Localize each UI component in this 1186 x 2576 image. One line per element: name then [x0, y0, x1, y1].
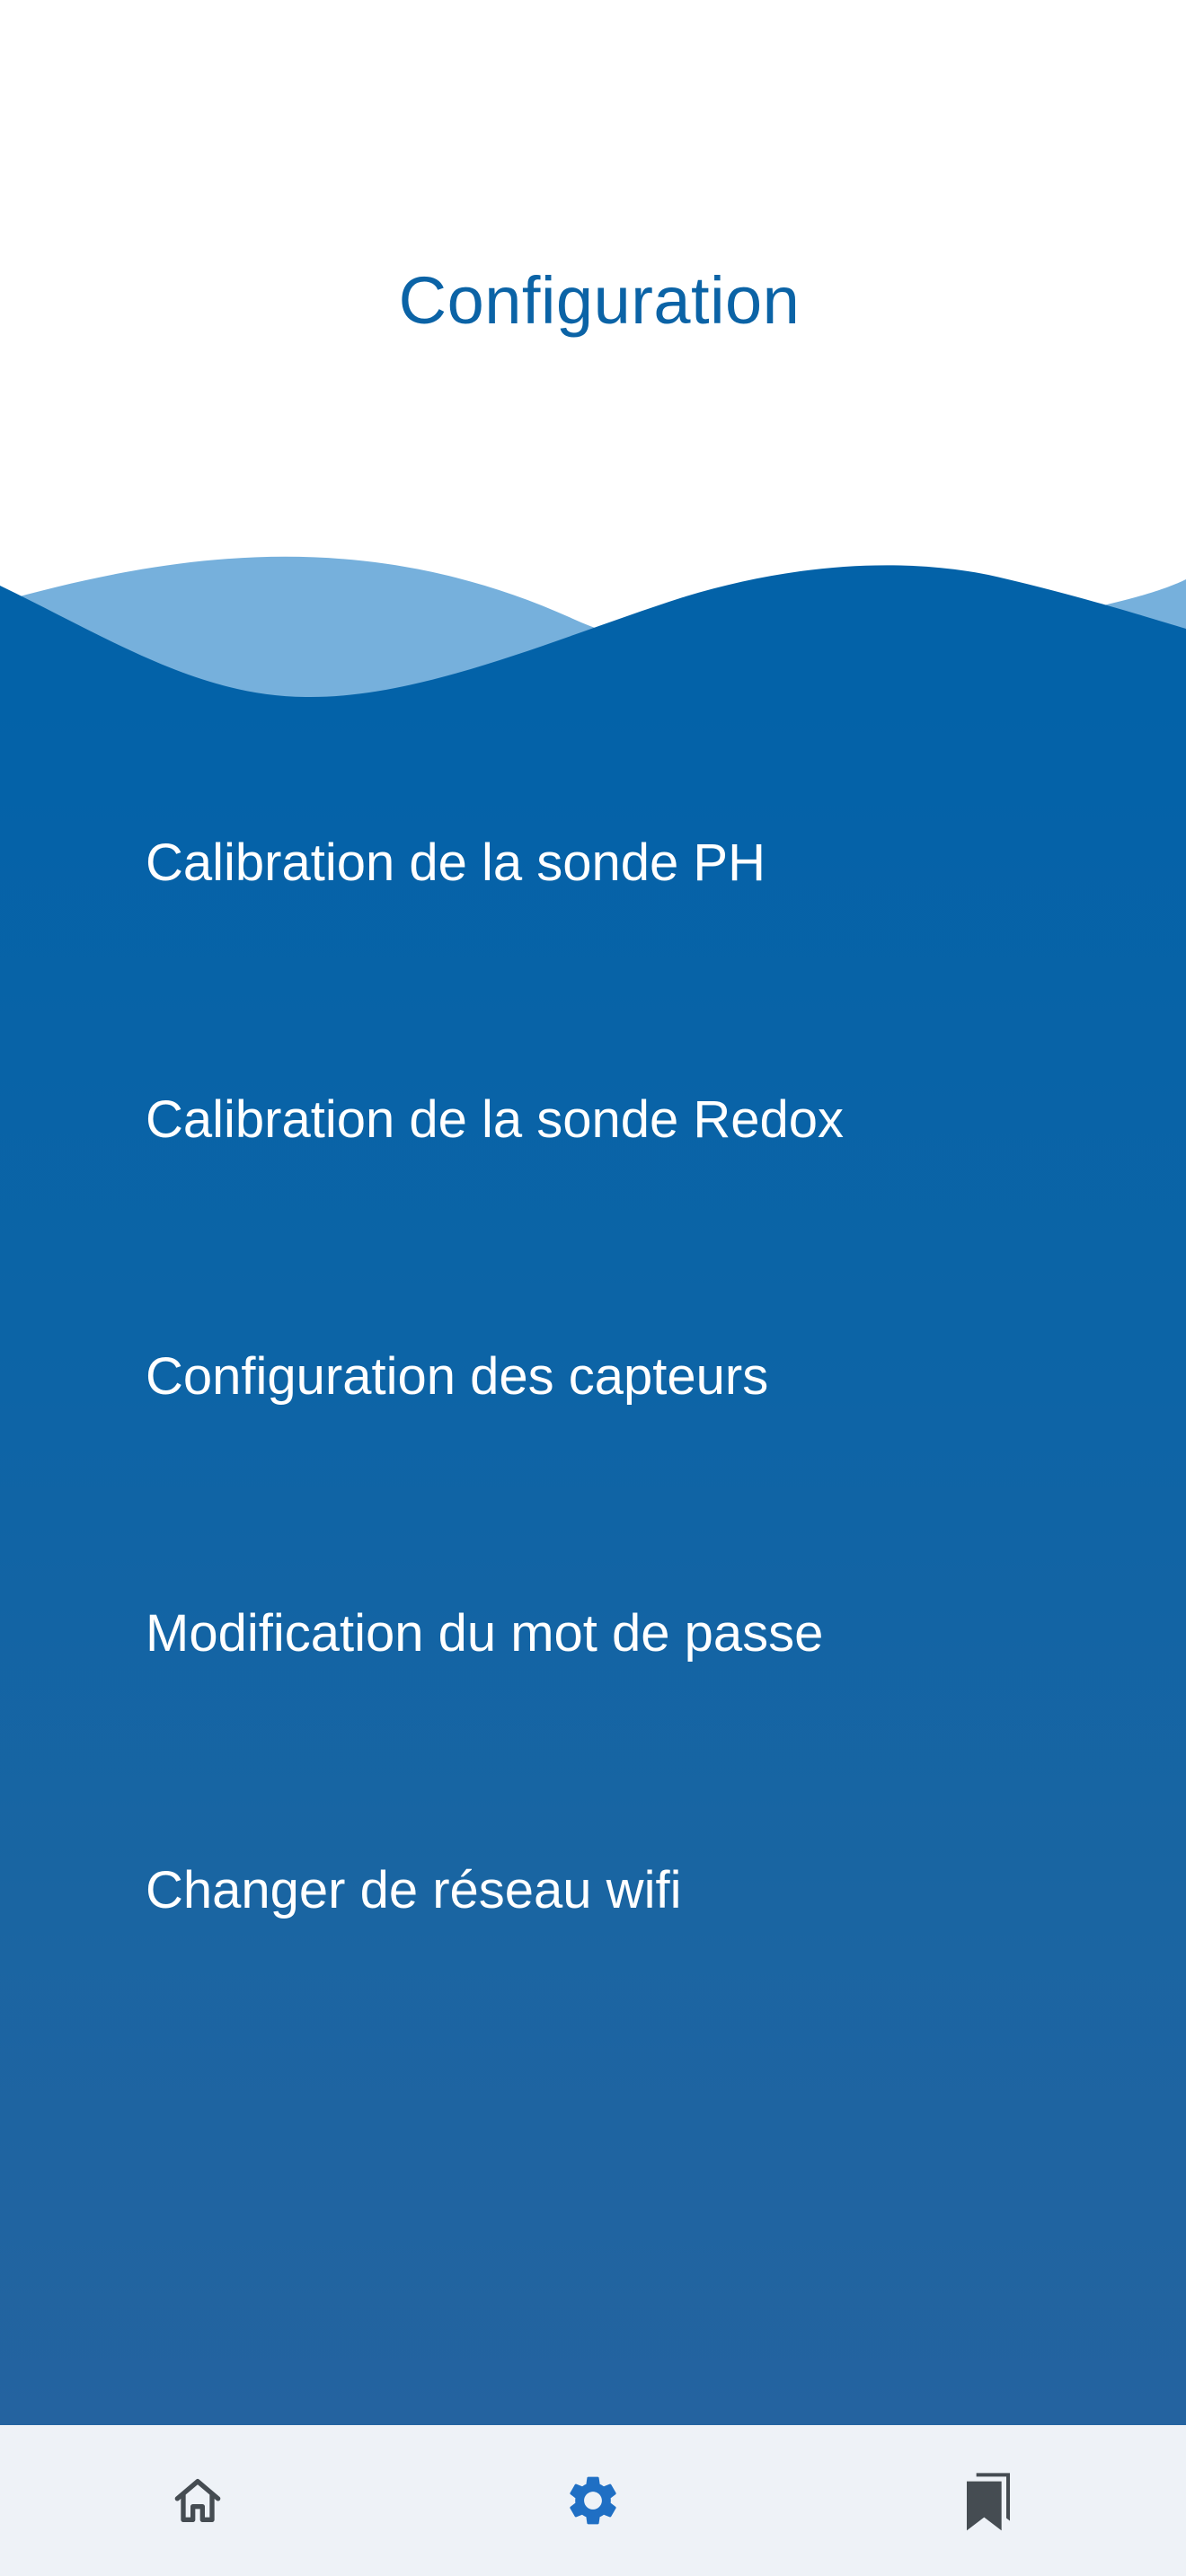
configuration-screen: Configuration Calibration de la sonde PH…: [0, 0, 1186, 2576]
nav-settings-button[interactable]: [521, 2425, 665, 2576]
menu-item-ph-calibration[interactable]: Calibration de la sonde PH: [146, 808, 766, 916]
menu-item-wifi-change[interactable]: Changer de réseau wifi: [146, 1836, 681, 1944]
header: Configuration: [0, 0, 1186, 575]
bookmarks-icon: [967, 2473, 1010, 2531]
nav-bookmarks-button[interactable]: [916, 2425, 1060, 2576]
menu-item-password-change[interactable]: Modification du mot de passe: [146, 1579, 823, 1687]
page-title: Configuration: [398, 263, 801, 338]
bottom-navigation: [0, 2425, 1186, 2576]
home-icon: [174, 2479, 221, 2522]
menu-panel: Calibration de la sonde PH Calibration d…: [0, 701, 1186, 2425]
gear-icon: [570, 2476, 616, 2525]
nav-home-button[interactable]: [126, 2425, 270, 2576]
menu-item-redox-calibration[interactable]: Calibration de la sonde Redox: [146, 1065, 844, 1173]
menu-item-sensor-configuration[interactable]: Configuration des capteurs: [146, 1322, 768, 1430]
